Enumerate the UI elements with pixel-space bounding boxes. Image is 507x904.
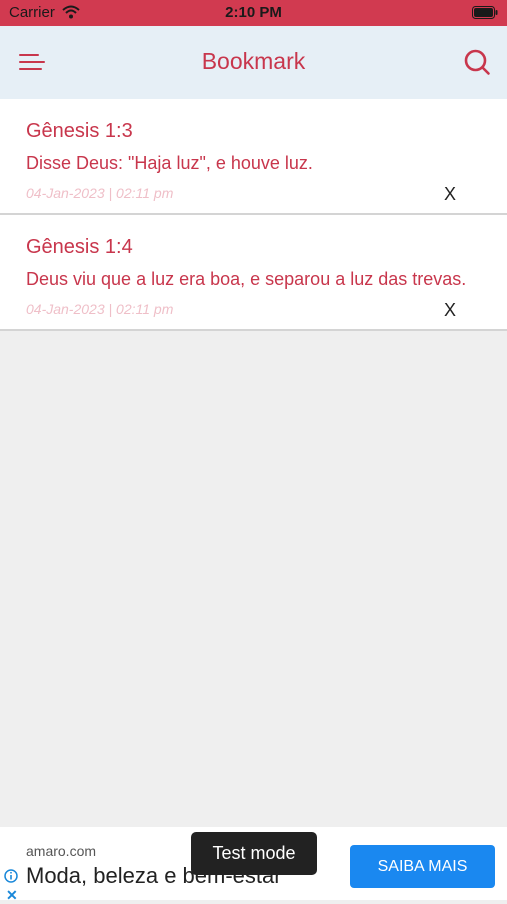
ad-cta-button[interactable]: SAIBA MAIS [350,845,495,888]
bookmark-item[interactable]: Gênesis 1:3 Disse Deus: "Haja luz", e ho… [0,99,507,215]
bookmark-date: 04-Jan-2023 | 02:11 pm [26,301,174,317]
remove-bookmark-button[interactable]: X [444,184,456,205]
search-icon[interactable] [463,48,491,76]
status-bar: Carrier 2:10 PM [0,0,507,26]
bookmark-reference: Gênesis 1:4 [26,236,133,258]
bookmark-date: 04-Jan-2023 | 02:11 pm [26,185,174,201]
navigation-bar: Bookmark [0,26,507,99]
bookmark-item[interactable]: Gênesis 1:4 Deus viu que a luz era boa, … [0,215,507,331]
page-title: Bookmark [201,48,306,74]
remove-bookmark-button[interactable]: X [444,300,456,321]
status-time: 2:10 PM [225,4,282,21]
bookmark-verse-text: Disse Deus: "Haja luz", e houve luz. [26,153,313,173]
bookmark-list: Gênesis 1:3 Disse Deus: "Haja luz", e ho… [0,99,507,331]
bookmark-verse-text: Deus viu que a luz era boa, e separou a … [26,269,467,289]
ad-banner[interactable]: amaro.com Moda, beleza e bem-estar ✕ SAI… [0,827,507,903]
close-icon[interactable]: ✕ [6,887,18,904]
info-icon[interactable] [4,869,18,883]
battery-icon [472,6,498,19]
ad-domain: amaro.com [26,843,97,859]
test-mode-badge: Test mode [191,832,317,875]
bookmark-reference: Gênesis 1:3 [26,120,133,142]
